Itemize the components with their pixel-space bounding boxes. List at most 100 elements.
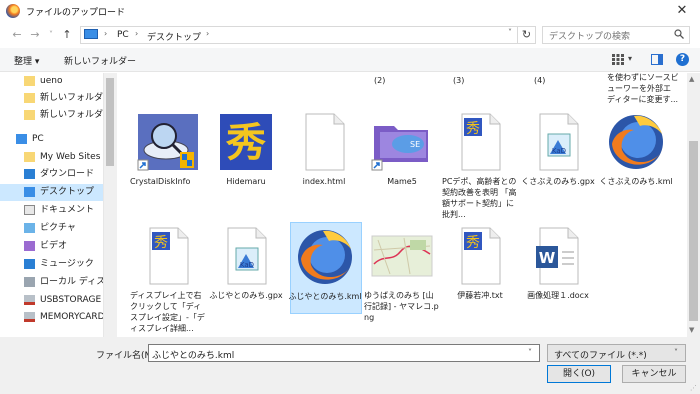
file-item[interactable]: 秀伊藤若冲.txt [446, 222, 514, 314]
file-type-select[interactable]: すべてのファイル (*.*) [547, 344, 686, 362]
gpx-file-icon: KaD [227, 227, 267, 285]
chevron-right-icon[interactable]: › [135, 29, 138, 38]
firefox-kml-icon [298, 230, 352, 284]
sidebar-item[interactable]: ダウンロード [0, 166, 103, 183]
sidebar-item-label: PC [32, 134, 44, 144]
navigation-scroll-thumb[interactable] [106, 78, 114, 166]
close-button[interactable]: ✕ [664, 0, 700, 22]
file-item[interactable]: 秀 PCデポ、高齢者との契約改善を表明 「高額サポート契約」に批判... [442, 108, 517, 219]
sidebar-item-label: ビデオ [40, 241, 68, 251]
file-item[interactable]: SE Mame5 [368, 108, 436, 218]
sidebar-item-label: 新しいフォルダー [40, 93, 113, 103]
file-item[interactable]: くさぶえのみち.kml [599, 108, 673, 218]
new-folder-button[interactable]: 新しいフォルダー [64, 54, 136, 67]
sidebar-item[interactable]: ビデオ [0, 238, 103, 255]
forward-icon[interactable]: → [28, 28, 42, 42]
text-file-icon: 秀 [149, 227, 189, 285]
svg-text:秀: 秀 [466, 121, 480, 137]
sidebar-item-label: デスクトップ [40, 187, 95, 197]
file-thumbnail: KaD [526, 110, 590, 174]
filename-input[interactable]: ふじやとのみち.kml [148, 344, 540, 362]
sidebar-item[interactable]: USBSTORAGE (¥¥ [0, 292, 119, 309]
file-thumbnail: 秀 [448, 110, 512, 174]
cancel-button[interactable]: キャンセル [622, 365, 686, 383]
preview-pane-icon[interactable] [651, 54, 663, 65]
sidebar-item[interactable]: ローカル ディスク (C [0, 274, 127, 291]
back-icon[interactable]: ← [10, 28, 24, 42]
file-thumbnail [370, 224, 434, 288]
sidebar-item[interactable]: ミュージック [0, 256, 103, 273]
file-item[interactable]: ゆうばえのみち [山行記録] - ヤマレコ.png [364, 222, 439, 322]
file-thumbnail [604, 110, 668, 174]
file-caption: index.html [302, 177, 346, 186]
search-input[interactable] [542, 26, 690, 44]
recent-locations-icon[interactable]: ˅ [44, 28, 58, 42]
file-item[interactable]: CrystalDiskInfo [130, 108, 202, 218]
file-caption: CrystalDiskInfo [130, 177, 191, 186]
file-item[interactable]: ふじやとのみち.kml [288, 222, 362, 314]
address-bar[interactable] [80, 26, 518, 44]
file-caption: 伊藤若冲.txt [457, 291, 503, 300]
chevron-down-icon[interactable]: ˅ [674, 348, 678, 357]
chevron-right-icon[interactable]: › [206, 29, 209, 38]
download-icon [24, 169, 35, 179]
file-item[interactable]: KaD ふじやとのみち.gpx [209, 222, 283, 314]
sidebar-item[interactable]: ピクチャ [0, 220, 103, 237]
refresh-button[interactable]: ↻ [518, 26, 536, 44]
file-item[interactable]: index.html [290, 108, 358, 218]
file-item[interactable]: KaD くさぶえのみち.gpx [521, 108, 595, 218]
chevron-down-icon[interactable]: ˅ [528, 348, 532, 357]
sidebar-item[interactable]: ドキュメント [0, 202, 103, 219]
chevron-down-icon[interactable]: ˅ [505, 28, 515, 40]
sidebar-item-label: ピクチャ [40, 223, 76, 233]
resize-grip-icon[interactable]: ⋰ [690, 384, 697, 392]
sidebar-item[interactable]: My Web Sites on [0, 149, 114, 166]
sidebar-item[interactable]: 新しいフォルダー (4 [0, 107, 124, 124]
chevron-right-icon[interactable]: › [104, 29, 107, 38]
video-icon [24, 241, 35, 251]
sidebar-item-label: ミュージック [40, 259, 94, 269]
sidebar-item-label: ダウンロード [40, 169, 95, 179]
file-caption[interactable]: (3) [453, 75, 464, 86]
disk-icon [24, 277, 35, 287]
open-button[interactable]: 開く(O) [547, 365, 611, 383]
breadcrumb-pc[interactable]: PC [117, 30, 129, 40]
sidebar-item[interactable]: MEMORYCARD (¥ [0, 309, 117, 326]
file-item[interactable]: 秀ディスプレイ上で右クリックして「ディスプレイ設定」-「ディスプレイ詳細... [130, 222, 205, 333]
sidebar-item[interactable]: ueno [0, 73, 103, 90]
file-caption: ゆうばえのみち [山行記録] - ヤマレコ.png [364, 291, 439, 322]
file-thumbnail [292, 110, 356, 174]
file-caption[interactable]: (4) [534, 75, 545, 86]
scroll-up-icon[interactable]: ▲ [689, 75, 694, 83]
file-item[interactable]: W 画像処理１.docx [524, 222, 592, 314]
file-caption[interactable]: (2) [374, 75, 385, 86]
svg-text:W: W [539, 249, 556, 267]
text-file-icon: 秀 [461, 227, 501, 285]
network-drive-icon [24, 295, 35, 305]
folder-icon [24, 110, 35, 120]
search-icon[interactable] [674, 29, 684, 39]
file-caption: ふじやとのみち.gpx [209, 291, 283, 300]
gpx-file-icon: KaD [539, 113, 579, 171]
sidebar-item[interactable]: 新しいフォルダー [0, 90, 112, 107]
pc-icon [84, 29, 98, 39]
file-list-scroll-thumb[interactable] [689, 141, 698, 321]
folder-icon [24, 93, 35, 103]
sidebar-item[interactable]: デスクトップ [0, 184, 103, 201]
sidebar-item[interactable]: PC [0, 131, 103, 148]
organize-button[interactable]: 整理 ▾ [14, 54, 39, 67]
help-icon[interactable]: ? [676, 53, 689, 66]
file-caption[interactable]: を使わずにソースビ ューワーを外部エ ディターに変更す... [607, 72, 679, 105]
svg-text:秀: 秀 [225, 119, 266, 166]
view-dropdown-icon[interactable]: ▾ [628, 54, 632, 63]
file-thumbnail [293, 225, 357, 289]
file-thumbnail: SE [370, 110, 434, 174]
scroll-down-icon[interactable]: ▼ [689, 326, 694, 334]
html-file-icon [305, 113, 345, 171]
view-options-icon[interactable] [612, 54, 624, 65]
file-thumbnail: 秀 [214, 110, 278, 174]
file-item[interactable]: 秀 Hidemaru [212, 108, 280, 218]
breadcrumb-desktop[interactable]: デスクトップ [147, 30, 201, 43]
up-icon[interactable]: ↑ [60, 28, 74, 42]
firefox-kml-icon [609, 115, 663, 169]
